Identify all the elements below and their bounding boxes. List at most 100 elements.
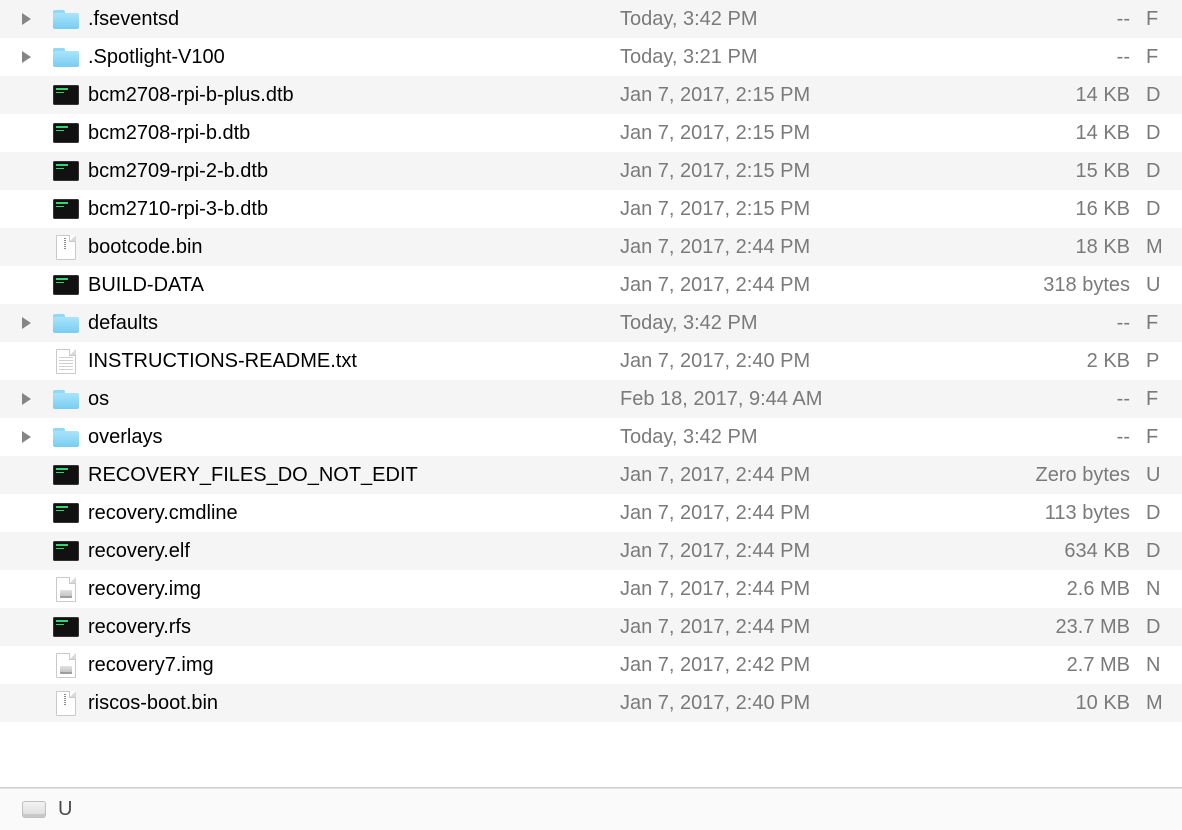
file-size: 16 KB bbox=[930, 198, 1146, 221]
disclosure-cell[interactable] bbox=[0, 393, 46, 405]
file-row[interactable]: .fseventsdToday, 3:42 PM--F bbox=[0, 0, 1182, 38]
disclosure-triangle-icon[interactable] bbox=[22, 393, 31, 405]
file-row[interactable]: bcm2709-rpi-2-b.dtbJan 7, 2017, 2:15 PM1… bbox=[0, 152, 1182, 190]
file-name[interactable]: bootcode.bin bbox=[86, 236, 620, 259]
file-name[interactable]: recovery.elf bbox=[86, 540, 620, 563]
disclosure-triangle-icon[interactable] bbox=[22, 51, 31, 63]
file-name[interactable]: recovery7.img bbox=[86, 654, 620, 677]
disclosure-triangle-icon[interactable] bbox=[22, 317, 31, 329]
file-size: -- bbox=[930, 46, 1146, 69]
disclosure-triangle-icon[interactable] bbox=[22, 13, 31, 25]
file-name[interactable]: BUILD-DATA bbox=[86, 274, 620, 297]
file-icon-cell bbox=[46, 7, 86, 31]
file-row[interactable]: defaultsToday, 3:42 PM--F bbox=[0, 304, 1182, 342]
archive-file-icon bbox=[52, 691, 80, 715]
file-row[interactable]: bcm2708-rpi-b-plus.dtbJan 7, 2017, 2:15 … bbox=[0, 76, 1182, 114]
file-date-modified: Jan 7, 2017, 2:44 PM bbox=[620, 274, 930, 297]
file-name[interactable]: bcm2709-rpi-2-b.dtb bbox=[86, 160, 620, 183]
file-row[interactable]: recovery.imgJan 7, 2017, 2:44 PM2.6 MBN bbox=[0, 570, 1182, 608]
file-date-modified: Jan 7, 2017, 2:44 PM bbox=[620, 540, 930, 563]
disclosure-cell[interactable] bbox=[0, 51, 46, 63]
file-date-modified: Jan 7, 2017, 2:44 PM bbox=[620, 616, 930, 639]
file-icon-cell bbox=[46, 501, 86, 525]
file-size: 2.6 MB bbox=[930, 578, 1146, 601]
path-bar: U bbox=[0, 788, 1182, 830]
folder-icon bbox=[52, 311, 80, 335]
file-kind: F bbox=[1146, 46, 1182, 69]
disclosure-triangle-icon[interactable] bbox=[22, 431, 31, 443]
file-icon-cell bbox=[46, 691, 86, 715]
file-kind: N bbox=[1146, 578, 1182, 601]
disclosure-cell[interactable] bbox=[0, 13, 46, 25]
file-name[interactable]: overlays bbox=[86, 426, 620, 449]
file-name[interactable]: bcm2708-rpi-b-plus.dtb bbox=[86, 84, 620, 107]
unix-executable-icon bbox=[52, 159, 80, 183]
file-row[interactable]: BUILD-DATAJan 7, 2017, 2:44 PM318 bytesU bbox=[0, 266, 1182, 304]
file-name[interactable]: os bbox=[86, 388, 620, 411]
file-icon-cell bbox=[46, 653, 86, 677]
file-name[interactable]: bcm2710-rpi-3-b.dtb bbox=[86, 198, 620, 221]
file-name[interactable]: riscos-boot.bin bbox=[86, 692, 620, 715]
file-kind: D bbox=[1146, 122, 1182, 145]
file-kind: D bbox=[1146, 198, 1182, 221]
disclosure-cell[interactable] bbox=[0, 317, 46, 329]
file-row[interactable]: recovery.elfJan 7, 2017, 2:44 PM634 KBD bbox=[0, 532, 1182, 570]
unix-executable-icon bbox=[52, 83, 80, 107]
unix-executable-icon bbox=[52, 501, 80, 525]
file-row[interactable]: recovery7.imgJan 7, 2017, 2:42 PM2.7 MBN bbox=[0, 646, 1182, 684]
file-date-modified: Jan 7, 2017, 2:42 PM bbox=[620, 654, 930, 677]
file-list[interactable]: .fseventsdToday, 3:42 PM--F.Spotlight-V1… bbox=[0, 0, 1182, 765]
file-icon-cell bbox=[46, 45, 86, 69]
file-icon-cell bbox=[46, 577, 86, 601]
folder-icon bbox=[52, 45, 80, 69]
file-row[interactable]: recovery.rfsJan 7, 2017, 2:44 PM23.7 MBD bbox=[0, 608, 1182, 646]
file-name[interactable]: RECOVERY_FILES_DO_NOT_EDIT bbox=[86, 464, 620, 487]
file-size: 18 KB bbox=[930, 236, 1146, 259]
file-kind: U bbox=[1146, 274, 1182, 297]
unix-executable-icon bbox=[52, 273, 80, 297]
file-date-modified: Jan 7, 2017, 2:44 PM bbox=[620, 236, 930, 259]
file-icon-cell bbox=[46, 273, 86, 297]
file-size: 2.7 MB bbox=[930, 654, 1146, 677]
file-row[interactable]: bootcode.binJan 7, 2017, 2:44 PM18 KBM bbox=[0, 228, 1182, 266]
file-row[interactable]: recovery.cmdlineJan 7, 2017, 2:44 PM113 … bbox=[0, 494, 1182, 532]
file-name[interactable]: recovery.cmdline bbox=[86, 502, 620, 525]
file-date-modified: Jan 7, 2017, 2:40 PM bbox=[620, 692, 930, 715]
file-size: -- bbox=[930, 388, 1146, 411]
disclosure-cell[interactable] bbox=[0, 431, 46, 443]
file-row[interactable]: RECOVERY_FILES_DO_NOT_EDITJan 7, 2017, 2… bbox=[0, 456, 1182, 494]
file-kind: P bbox=[1146, 350, 1182, 373]
file-row[interactable]: INSTRUCTIONS-README.txtJan 7, 2017, 2:40… bbox=[0, 342, 1182, 380]
file-name[interactable]: bcm2708-rpi-b.dtb bbox=[86, 122, 620, 145]
file-kind: F bbox=[1146, 312, 1182, 335]
file-row[interactable]: overlaysToday, 3:42 PM--F bbox=[0, 418, 1182, 456]
file-row[interactable]: bcm2710-rpi-3-b.dtbJan 7, 2017, 2:15 PM1… bbox=[0, 190, 1182, 228]
file-size: 14 KB bbox=[930, 122, 1146, 145]
file-name[interactable]: recovery.img bbox=[86, 578, 620, 601]
file-row[interactable]: riscos-boot.binJan 7, 2017, 2:40 PM10 KB… bbox=[0, 684, 1182, 722]
file-size: 14 KB bbox=[930, 84, 1146, 107]
path-bar-volume-label[interactable]: U bbox=[58, 798, 72, 821]
file-icon-cell bbox=[46, 83, 86, 107]
file-kind: M bbox=[1146, 236, 1182, 259]
file-name[interactable]: .Spotlight-V100 bbox=[86, 46, 620, 69]
file-row[interactable]: osFeb 18, 2017, 9:44 AM--F bbox=[0, 380, 1182, 418]
file-date-modified: Jan 7, 2017, 2:40 PM bbox=[620, 350, 930, 373]
file-kind: D bbox=[1146, 540, 1182, 563]
file-date-modified: Jan 7, 2017, 2:15 PM bbox=[620, 198, 930, 221]
file-name[interactable]: .fseventsd bbox=[86, 8, 620, 31]
file-name[interactable]: recovery.rfs bbox=[86, 616, 620, 639]
file-icon-cell bbox=[46, 463, 86, 487]
file-name[interactable]: defaults bbox=[86, 312, 620, 335]
file-icon-cell bbox=[46, 425, 86, 449]
file-name[interactable]: INSTRUCTIONS-README.txt bbox=[86, 350, 620, 373]
file-size: 23.7 MB bbox=[930, 616, 1146, 639]
file-kind: U bbox=[1146, 464, 1182, 487]
file-row[interactable]: .Spotlight-V100Today, 3:21 PM--F bbox=[0, 38, 1182, 76]
file-date-modified: Jan 7, 2017, 2:15 PM bbox=[620, 84, 930, 107]
file-kind: D bbox=[1146, 160, 1182, 183]
file-icon-cell bbox=[46, 539, 86, 563]
file-size: -- bbox=[930, 8, 1146, 31]
unix-executable-icon bbox=[52, 197, 80, 221]
file-row[interactable]: bcm2708-rpi-b.dtbJan 7, 2017, 2:15 PM14 … bbox=[0, 114, 1182, 152]
